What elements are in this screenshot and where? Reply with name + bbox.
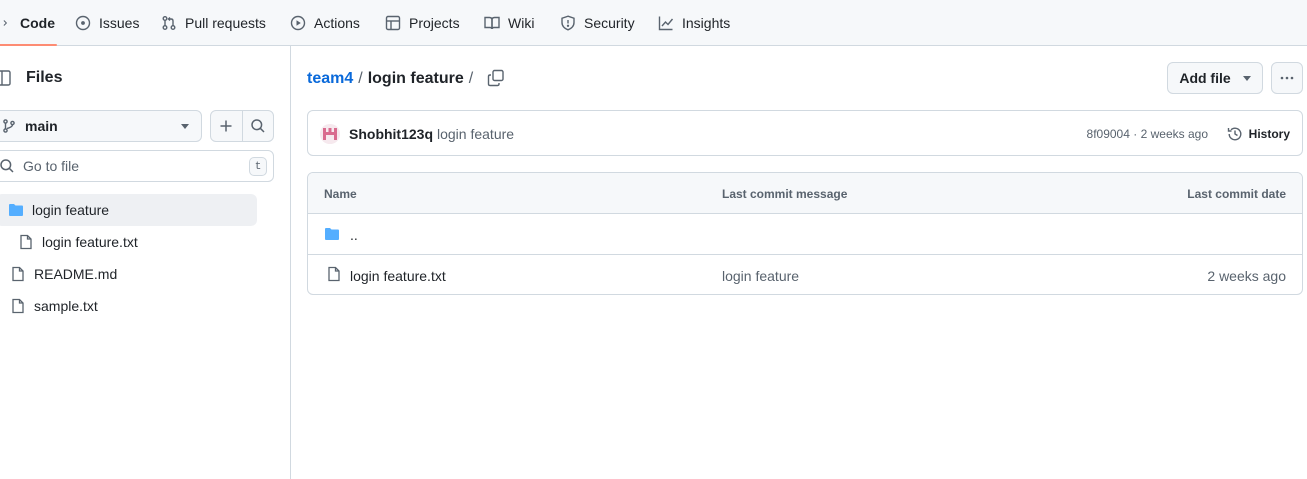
keyboard-shortcut-hint: t	[249, 157, 267, 176]
tree-item-label: login feature.txt	[42, 234, 138, 250]
more-options-button[interactable]	[1271, 62, 1303, 94]
repo-nav: Code Issues Pull requests Actions Projec…	[0, 0, 1307, 46]
branch-selector[interactable]: main	[0, 110, 202, 142]
tab-label: Security	[584, 14, 635, 31]
copy-path-icon[interactable]	[486, 68, 506, 88]
search-icon	[250, 118, 266, 134]
table-icon	[385, 15, 401, 31]
kebab-horizontal-icon	[1279, 70, 1295, 86]
add-file-label: Add file	[1179, 70, 1231, 86]
commit-sha-link[interactable]: 8f09004	[1087, 127, 1130, 141]
tab-issues[interactable]: Issues	[75, 0, 139, 45]
tree-item-file[interactable]: sample.txt	[10, 290, 98, 322]
file-name-link[interactable]: login feature.txt	[350, 268, 446, 284]
issue-opened-icon	[75, 15, 91, 31]
column-header-name: Name	[324, 187, 357, 201]
tree-item-label: sample.txt	[34, 298, 98, 314]
commit-date: 2 weeks ago	[1207, 268, 1286, 284]
latest-commit-bar: Shobhit123q login feature 8f09004 · 2 we…	[307, 110, 1303, 156]
tab-insights[interactable]: Insights	[658, 0, 730, 45]
tab-projects[interactable]: Projects	[385, 0, 460, 45]
breadcrumb-current: login feature	[367, 70, 464, 87]
breadcrumb-trailing-separator: /	[468, 70, 474, 87]
file-icon	[18, 234, 34, 250]
file-tree-sidebar: Files main t login feature	[0, 46, 291, 479]
tree-item-label: README.md	[34, 266, 118, 282]
code-icon	[2, 15, 12, 31]
history-label: History	[1248, 127, 1290, 141]
git-branch-icon	[1, 118, 17, 134]
tab-label: Wiki	[508, 14, 535, 31]
tab-label: Actions	[314, 14, 360, 31]
search-icon	[0, 158, 15, 174]
tab-actions[interactable]: Actions	[290, 0, 360, 45]
column-header-message: Last commit message	[722, 187, 848, 201]
play-icon	[290, 15, 306, 31]
commit-meta: 8f09004 · 2 weeks ago	[1087, 127, 1208, 141]
folder-icon	[8, 202, 24, 218]
folder-icon	[324, 226, 340, 245]
commit-message-link[interactable]: login feature	[722, 268, 799, 284]
tab-label: Insights	[682, 14, 731, 31]
tab-label: Pull requests	[185, 14, 266, 31]
git-pull-request-icon	[161, 15, 177, 31]
chevron-down-icon	[1242, 75, 1251, 81]
tab-security[interactable]: Security	[560, 0, 635, 45]
table-row[interactable]: login feature.txt login feature 2 weeks …	[308, 254, 1302, 294]
tree-item-folder[interactable]: login feature	[0, 194, 257, 226]
tree-item-label: login feature	[32, 202, 110, 218]
go-to-file-input[interactable]	[23, 158, 223, 174]
go-to-file-field[interactable]: t	[0, 150, 274, 182]
file-table: Name Last commit message Last commit dat…	[307, 172, 1303, 295]
table-header: Name Last commit message Last commit dat…	[308, 173, 1302, 214]
tab-label: Code	[20, 14, 55, 31]
history-button[interactable]: History	[1227, 123, 1290, 145]
add-file-dropdown-button[interactable]: Add file	[1167, 62, 1263, 94]
tab-pull-requests[interactable]: Pull requests	[161, 0, 266, 45]
tab-wiki[interactable]: Wiki	[484, 0, 534, 45]
tree-item-file[interactable]: README.md	[10, 258, 117, 290]
plus-icon	[218, 118, 234, 134]
meta-separator: ·	[1133, 127, 1138, 141]
file-icon	[10, 298, 26, 314]
column-header-date: Last commit date	[1187, 187, 1286, 201]
sidebar-title: Files	[26, 69, 63, 86]
commit-age: 2 weeks ago	[1140, 127, 1208, 141]
shield-icon	[560, 14, 576, 31]
add-file-button[interactable]	[211, 111, 242, 141]
sidebar-action-group	[210, 110, 274, 142]
parent-dir-link[interactable]: ..	[350, 227, 358, 243]
history-icon	[1227, 126, 1243, 142]
graph-icon	[658, 15, 674, 31]
file-icon	[326, 266, 342, 285]
breadcrumb: team4 / login feature /	[307, 68, 478, 90]
book-icon	[484, 15, 500, 31]
tree-item-file[interactable]: login feature.txt	[18, 226, 138, 258]
chevron-down-icon	[181, 124, 189, 129]
breadcrumb-separator: /	[358, 70, 363, 87]
commit-author-link[interactable]: Shobhit123q	[349, 126, 433, 142]
tab-label: Issues	[99, 14, 140, 31]
breadcrumb-repo-link[interactable]: team4	[307, 70, 353, 88]
tab-code[interactable]: Code	[0, 0, 57, 46]
file-icon	[10, 266, 26, 282]
tab-label: Projects	[409, 14, 460, 31]
avatar[interactable]	[320, 124, 340, 144]
commit-message-link[interactable]: login feature	[437, 126, 514, 142]
table-row-parent-dir[interactable]: ..	[308, 214, 1302, 254]
sidebar-collapse-icon[interactable]	[0, 69, 12, 87]
search-code-button[interactable]	[241, 111, 273, 141]
branch-name: main	[25, 118, 58, 134]
